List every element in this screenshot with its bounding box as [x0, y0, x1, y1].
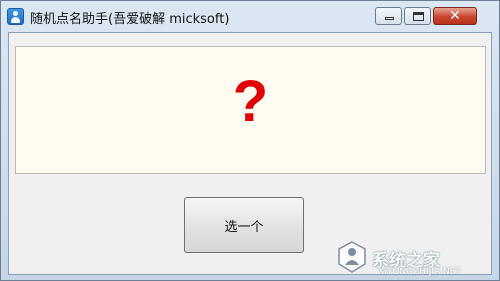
watermark-url: XITONGZHIJIA.NET — [378, 267, 461, 277]
maximize-icon — [413, 12, 424, 21]
watermark: 系统之家 XITONGZHIJIA.NET — [328, 236, 498, 281]
title-bar[interactable]: 随机点名助手(吾爱破解 micksoft) ✕ — [1, 1, 499, 32]
minimize-icon — [385, 17, 394, 20]
minimize-button[interactable] — [375, 7, 402, 25]
maximize-button[interactable] — [404, 7, 431, 25]
close-button[interactable]: ✕ — [433, 7, 477, 25]
watermark-logo-icon — [338, 241, 366, 273]
close-icon: ✕ — [449, 8, 461, 24]
result-text: ? — [232, 69, 269, 134]
person-icon — [7, 8, 24, 25]
window-title: 随机点名助手(吾爱破解 micksoft) — [30, 12, 230, 27]
result-display: ? — [15, 46, 486, 174]
pick-one-button[interactable]: 选一个 — [184, 197, 304, 253]
